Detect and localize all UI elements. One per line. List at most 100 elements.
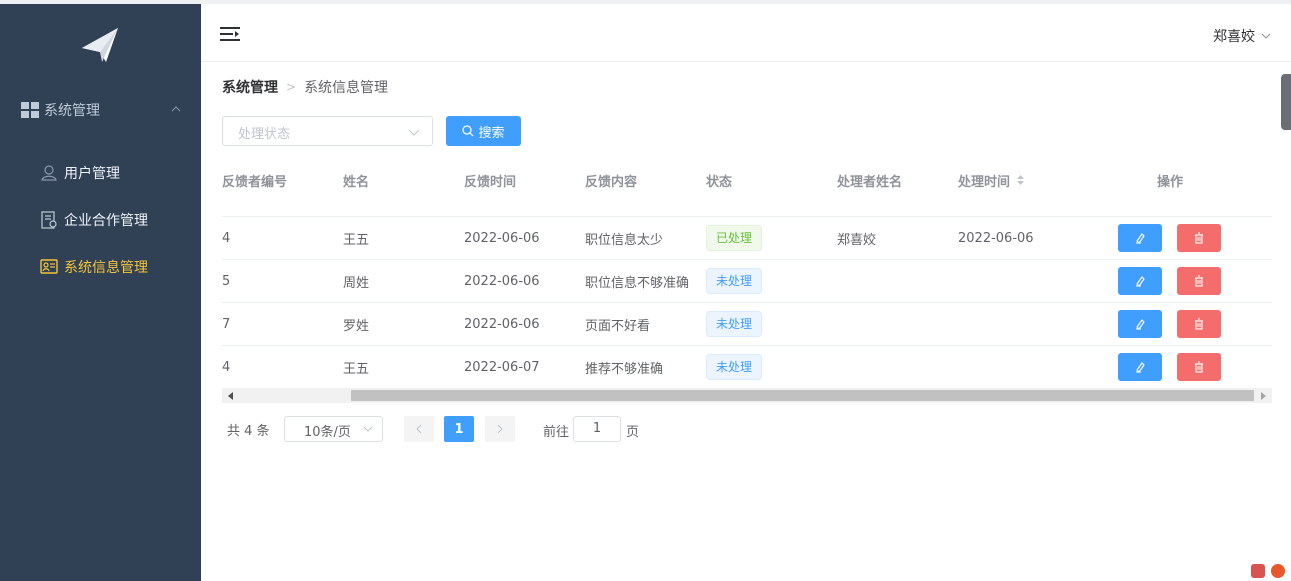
- scroll-right-arrow-icon[interactable]: [1261, 392, 1266, 400]
- cell-feedback-time: 2022-06-06: [464, 230, 540, 246]
- table-row: 4 王五 2022-06-06 职位信息太少 郑喜姣 2022-06-06 已处理: [222, 217, 1272, 260]
- edit-button[interactable]: [1118, 267, 1162, 295]
- search-icon: [462, 125, 474, 137]
- edit-icon: [1136, 319, 1145, 330]
- menu-group-label: 系统管理: [44, 103, 100, 119]
- delete-button[interactable]: [1177, 224, 1221, 252]
- col-header-name: 姓名: [343, 174, 370, 190]
- menu-fold-icon[interactable]: [220, 26, 240, 42]
- user-dropdown[interactable]: 郑喜姣: [1213, 26, 1271, 46]
- cell-feedback-id: 4: [222, 230, 231, 246]
- goto-label: 前往: [543, 425, 570, 440]
- trash-icon: [1195, 361, 1203, 373]
- top-header: 郑喜姣: [201, 0, 1291, 62]
- delete-button[interactable]: [1177, 353, 1221, 381]
- delete-button[interactable]: [1177, 310, 1221, 338]
- sidebar-item-label: 企业合作管理: [64, 213, 148, 229]
- status-select[interactable]: 处理状态: [222, 116, 433, 146]
- cell-feedback-content: 推荐不够准确: [585, 361, 664, 377]
- sidebar-item-system-info[interactable]: 系统信息管理: [0, 249, 201, 285]
- edit-button[interactable]: [1118, 353, 1162, 381]
- sidebar-item-enterprise[interactable]: 企业合作管理: [0, 202, 201, 238]
- col-header-feedback-id: 反馈者编号: [222, 174, 288, 190]
- prev-page-button[interactable]: [404, 416, 434, 442]
- table-row: 4 王五 2022-06-07 推荐不够准确 未处理: [222, 346, 1272, 389]
- edit-icon: [1136, 276, 1145, 287]
- cell-status: 未处理: [706, 346, 763, 388]
- chevron-down-icon: [1261, 33, 1271, 39]
- user-name: 郑喜姣: [1213, 29, 1255, 45]
- page-size-select[interactable]: 10条/页: [284, 416, 383, 442]
- dashboard-icon: [21, 102, 39, 118]
- chevron-left-icon: [416, 424, 422, 434]
- sidebar-item-users[interactable]: 用户管理: [0, 155, 201, 191]
- cell-feedback-content: 页面不好看: [585, 318, 651, 334]
- breadcrumb-current: 系统信息管理: [304, 80, 389, 96]
- cell-feedback-time: 2022-06-06: [464, 316, 540, 332]
- cell-feedback-id: 5: [222, 273, 231, 289]
- table-row: 7 罗姓 2022-06-06 页面不好看 未处理: [222, 303, 1272, 346]
- status-badge: 未处理: [706, 268, 763, 294]
- edit-icon: [1136, 362, 1145, 373]
- trash-icon: [1195, 232, 1203, 244]
- scroll-left-arrow-icon[interactable]: [228, 392, 233, 400]
- goto-page-input[interactable]: 1: [573, 416, 621, 442]
- edit-icon: [1136, 233, 1145, 244]
- col-header-handled-time-label: 处理时间: [958, 174, 1011, 190]
- status-badge: 已处理: [706, 225, 763, 251]
- edit-button[interactable]: [1118, 224, 1162, 252]
- table-header-row: 反馈者编号 姓名 反馈时间 反馈内容 状态 处理者姓名 处理时间 操作: [222, 144, 1272, 217]
- trash-icon: [1195, 318, 1203, 330]
- chevron-up-icon: [171, 106, 181, 112]
- status-badge: 未处理: [706, 311, 763, 337]
- tray-s-icon[interactable]: [1271, 564, 1285, 578]
- cell-feedback-time: 2022-06-07: [464, 359, 540, 375]
- tray-app-icon[interactable]: [1251, 564, 1265, 578]
- goto-suffix: 页: [626, 425, 640, 440]
- cell-handler: 郑喜姣: [837, 232, 877, 248]
- edit-button[interactable]: [1118, 310, 1162, 338]
- breadcrumb-root[interactable]: 系统管理: [222, 77, 278, 97]
- cell-feedback-id: 4: [222, 359, 231, 375]
- status-badge: 未处理: [706, 354, 763, 380]
- pagination-total: 共 4 条: [227, 423, 270, 439]
- document-icon: [41, 211, 57, 229]
- cell-feedback-content: 职位信息太少: [585, 232, 664, 248]
- paper-plane-logo-icon: [82, 28, 118, 62]
- col-header-handled-time[interactable]: 处理时间: [958, 144, 1025, 216]
- table-horizontal-scrollbar[interactable]: [222, 388, 1272, 403]
- chevron-down-icon: [363, 426, 373, 432]
- cell-status: 已处理: [706, 217, 763, 259]
- col-header-handler: 处理者姓名: [837, 174, 903, 190]
- app-root: 系统管理 用户管理 企业合作管理 系统信息管理 郑喜姣 系统管理 > 系统信息管…: [0, 0, 1291, 581]
- page-number-button[interactable]: 1: [444, 416, 474, 442]
- cell-feedback-time: 2022-06-06: [464, 273, 540, 289]
- cell-name: 王五: [343, 232, 370, 248]
- sidebar: 系统管理 用户管理 企业合作管理 系统信息管理: [0, 0, 201, 581]
- id-card-icon: [40, 259, 58, 274]
- sidebar-item-label: 系统信息管理: [64, 260, 148, 276]
- page-size-value: 10条/页: [304, 425, 351, 440]
- delete-button[interactable]: [1177, 267, 1221, 295]
- scrollbar-thumb[interactable]: [351, 390, 1254, 401]
- cell-name: 罗姓: [343, 318, 370, 334]
- trash-icon: [1195, 275, 1203, 287]
- search-button[interactable]: 搜索: [446, 116, 521, 146]
- next-page-button[interactable]: [485, 416, 515, 442]
- user-icon: [41, 165, 57, 181]
- sort-icon[interactable]: [1016, 174, 1025, 186]
- cell-name: 王五: [343, 361, 370, 377]
- chevron-right-icon: [497, 424, 503, 434]
- cell-name: 周姓: [343, 275, 370, 291]
- breadcrumb-separator: >: [286, 80, 297, 94]
- side-scroll-handle[interactable]: [1281, 74, 1291, 130]
- cell-status: 未处理: [706, 303, 763, 345]
- breadcrumb: 系统管理 > 系统信息管理: [222, 77, 388, 97]
- cell-status: 未处理: [706, 260, 763, 302]
- status-select-placeholder: 处理状态: [238, 127, 291, 142]
- menu-group-system[interactable]: 系统管理: [0, 92, 201, 128]
- table-row: 5 周姓 2022-06-06 职位信息不够准确 未处理: [222, 260, 1272, 303]
- system-tray: [1251, 564, 1285, 578]
- cell-feedback-content: 职位信息不够准确: [585, 275, 690, 291]
- cell-handled-time: 2022-06-06: [958, 230, 1034, 246]
